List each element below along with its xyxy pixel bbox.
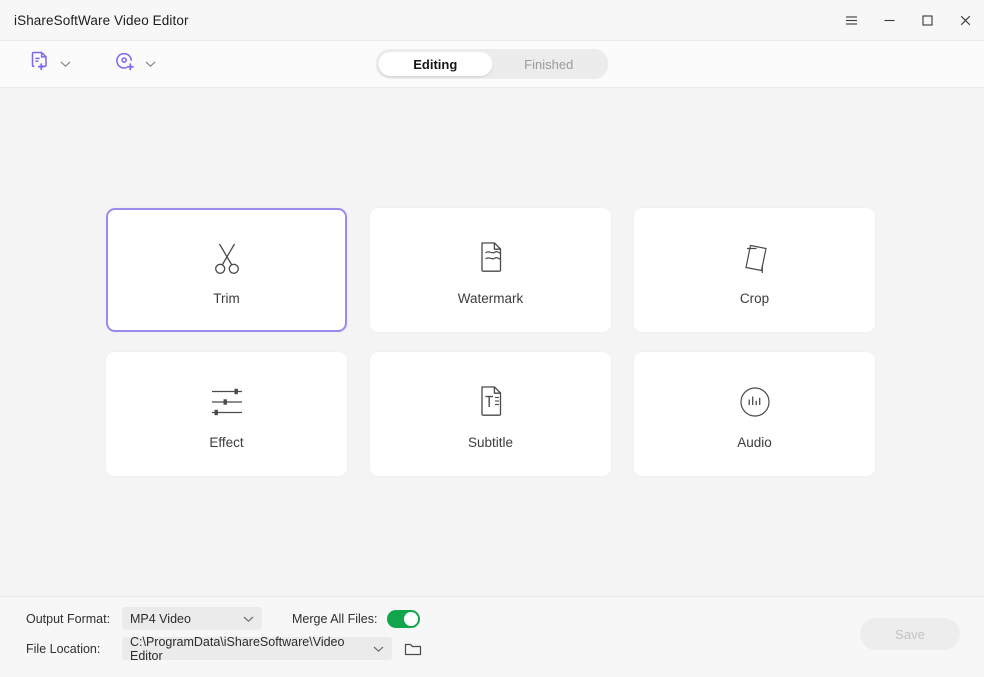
sliders-icon: [206, 379, 248, 425]
watermark-icon: [474, 235, 508, 281]
bottom-bar: Output Format: MP4 Video Merge All Files…: [0, 596, 984, 677]
toolbar: Editing Finished: [0, 41, 984, 88]
save-button[interactable]: Save: [860, 618, 960, 650]
title-bar: iShareSoftWare Video Editor: [0, 0, 984, 41]
merge-all-files-label: Merge All Files:: [292, 612, 377, 626]
minimize-icon[interactable]: [870, 0, 908, 41]
output-format-label: Output Format:: [26, 612, 122, 626]
card-subtitle[interactable]: Subtitle: [370, 352, 611, 476]
tab-finished[interactable]: Finished: [492, 52, 606, 76]
card-effect[interactable]: Effect: [106, 352, 347, 476]
window-controls: [832, 0, 984, 41]
card-label: Watermark: [458, 291, 524, 306]
card-label: Trim: [213, 291, 240, 306]
card-label: Audio: [737, 435, 772, 450]
card-crop[interactable]: Crop: [634, 208, 875, 332]
card-audio[interactable]: Audio: [634, 352, 875, 476]
chevron-down-icon: [243, 615, 254, 623]
output-format-value: MP4 Video: [130, 612, 235, 626]
card-label: Effect: [209, 435, 243, 450]
hamburger-menu-icon[interactable]: [832, 0, 870, 41]
file-location-label: File Location:: [26, 642, 122, 656]
add-file-button[interactable]: [28, 49, 71, 79]
file-location-select[interactable]: C:\ProgramData\iShareSoftware\Video Edit…: [122, 637, 392, 660]
merge-all-files-toggle[interactable]: [387, 610, 420, 628]
chevron-down-icon[interactable]: [145, 60, 156, 68]
close-icon[interactable]: [946, 0, 984, 41]
main-content: Trim Watermark: [0, 88, 984, 596]
card-label: Subtitle: [468, 435, 513, 450]
chevron-down-icon[interactable]: [60, 60, 71, 68]
add-disc-button[interactable]: [113, 49, 156, 79]
scissors-icon: [209, 235, 245, 281]
app-window: iShareSoftWare Video Editor: [0, 0, 984, 677]
crop-icon: [737, 235, 773, 281]
add-file-icon: [28, 49, 53, 79]
maximize-icon[interactable]: [908, 0, 946, 41]
output-format-row: Output Format: MP4 Video Merge All Files…: [26, 607, 420, 630]
output-format-select[interactable]: MP4 Video: [122, 607, 262, 630]
chevron-down-icon: [373, 645, 384, 653]
file-location-value: C:\ProgramData\iShareSoftware\Video Edit…: [130, 635, 365, 663]
file-location-row: File Location: C:\ProgramData\iShareSoft…: [26, 637, 422, 660]
tab-editing[interactable]: Editing: [379, 52, 493, 76]
subtitle-icon: [474, 379, 508, 425]
toggle-knob: [404, 612, 418, 626]
feature-card-grid: Trim Watermark: [106, 208, 876, 476]
folder-icon[interactable]: [404, 641, 422, 657]
card-trim[interactable]: Trim: [106, 208, 347, 332]
audio-icon: [736, 379, 774, 425]
card-watermark[interactable]: Watermark: [370, 208, 611, 332]
card-label: Crop: [740, 291, 769, 306]
mode-tabs: Editing Finished: [376, 49, 609, 79]
window-title: iShareSoftWare Video Editor: [14, 13, 189, 28]
add-disc-icon: [113, 49, 138, 79]
